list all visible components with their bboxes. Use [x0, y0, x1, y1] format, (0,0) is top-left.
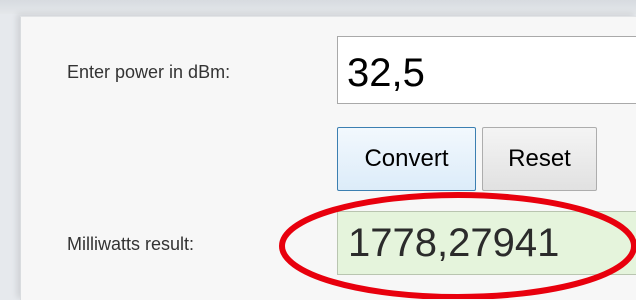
result-label: Milliwatts result:	[67, 234, 195, 254]
reset-button[interactable]: Reset	[482, 127, 597, 191]
convert-button[interactable]: Convert	[337, 127, 476, 191]
power-dbm-input[interactable]	[337, 36, 636, 104]
window-top-strip	[0, 0, 636, 14]
milliwatts-result-field: 1778,27941	[337, 211, 636, 275]
power-input-label: Enter power in dBm:	[67, 62, 231, 82]
